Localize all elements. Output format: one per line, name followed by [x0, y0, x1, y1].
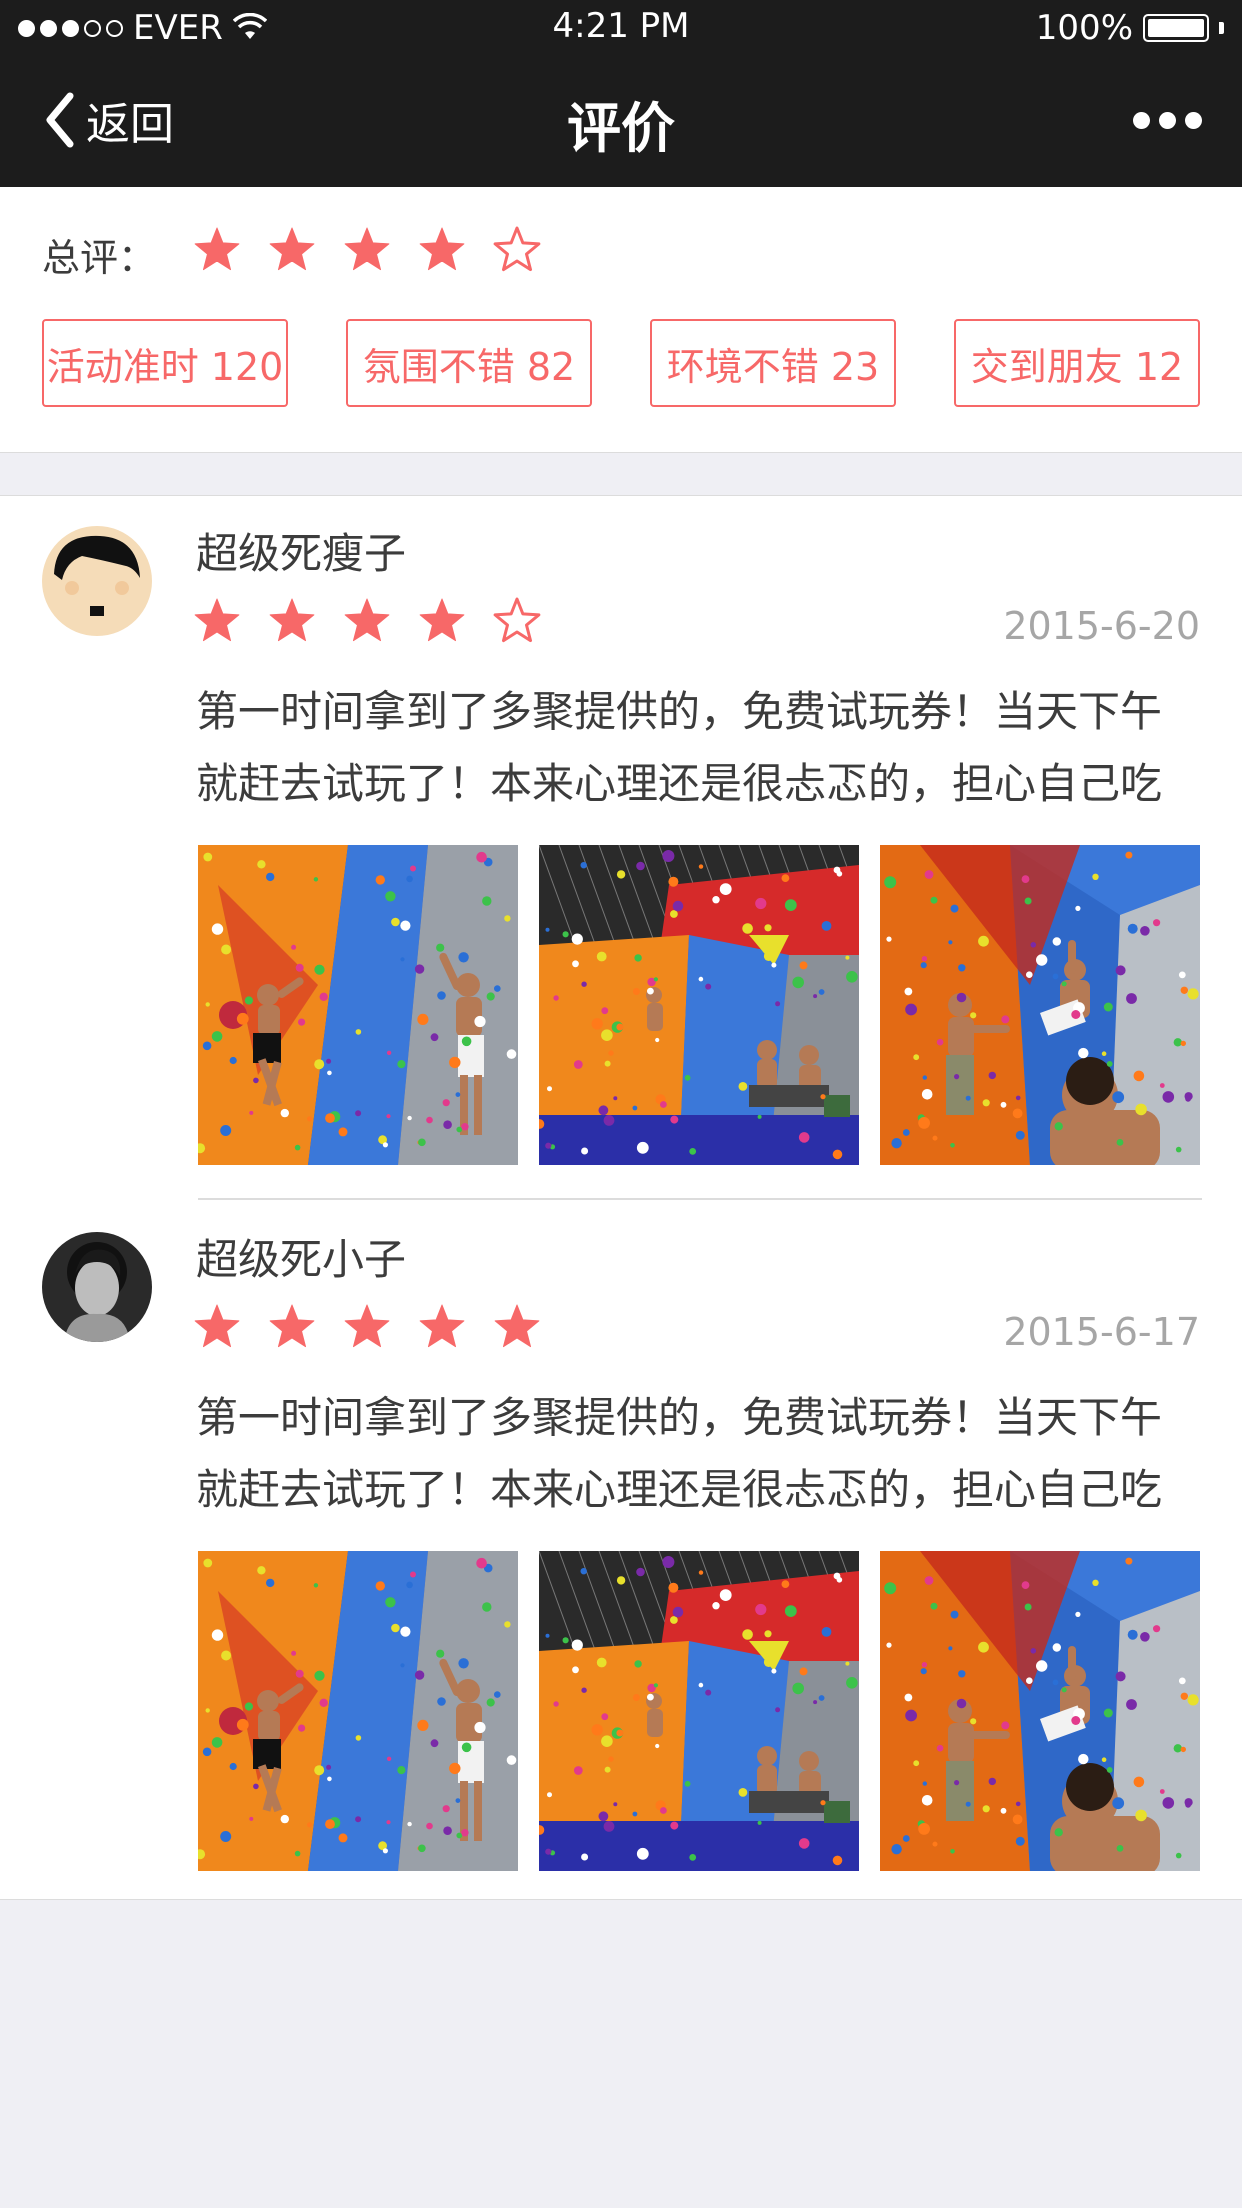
- summary-label: 总评：: [42, 236, 157, 280]
- tag-environment[interactable]: 环境不错 23: [650, 319, 896, 407]
- review-photo[interactable]: [198, 1551, 518, 1871]
- status-bar: EVER 4:21 PM 100%: [0, 0, 1242, 54]
- star-filled-icon: [194, 227, 240, 271]
- chevron-left-icon: [46, 92, 74, 148]
- review-date: 2015-6-20: [1003, 604, 1200, 648]
- review-photo[interactable]: [539, 845, 859, 1165]
- star-filled-icon: [419, 598, 465, 642]
- review-photos: [198, 845, 1200, 1165]
- star-filled-icon: [419, 1304, 465, 1348]
- divider: [198, 1198, 1202, 1200]
- star-filled-icon: [344, 598, 390, 642]
- review-username: 超级死瘦子: [196, 529, 407, 578]
- star-filled-icon: [194, 598, 240, 642]
- review-item: 超级死瘦子 2015-6-20 第一时间拿到了多聚提供的，免费试玩券！当天下午就…: [0, 496, 1242, 1196]
- review-photo[interactable]: [198, 845, 518, 1165]
- battery-percent: 100%: [1035, 8, 1133, 48]
- star-filled-icon: [194, 1304, 240, 1348]
- rating-summary: 总评： 活动准时 120 氛围不错 82 环境不错 23 交到朋友 12: [0, 187, 1242, 453]
- star-empty-icon: [493, 597, 541, 643]
- review-item: 超级死小子 2015-6-17 第一时间拿到了多聚提供的，免费试玩券！当天下午就…: [0, 1202, 1242, 1902]
- navigation-bar: 返回 评价: [0, 54, 1242, 187]
- star-empty-icon: [493, 226, 541, 272]
- review-photo[interactable]: [539, 1551, 859, 1871]
- star-filled-icon: [269, 598, 315, 642]
- star-filled-icon: [269, 227, 315, 271]
- avatar[interactable]: [42, 1232, 152, 1342]
- review-list: 超级死瘦子 2015-6-20 第一时间拿到了多聚提供的，免费试玩券！当天下午就…: [0, 495, 1242, 1900]
- star-filled-icon: [419, 227, 465, 271]
- review-text[interactable]: 第一时间拿到了多聚提供的，免费试玩券！当天下午就赶去试玩了！本来心理还是很忐忑的…: [196, 676, 1200, 820]
- battery-indicator: 100%: [1036, 8, 1224, 48]
- back-label: 返回: [86, 99, 174, 150]
- review-star-rating: [192, 1302, 542, 1352]
- review-text[interactable]: 第一时间拿到了多聚提供的，免费试玩券！当天下午就赶去试玩了！本来心理还是很忐忑的…: [196, 1382, 1200, 1526]
- star-filled-icon: [494, 1304, 540, 1348]
- battery-icon: [1143, 14, 1209, 42]
- review-photo[interactable]: [880, 1551, 1200, 1871]
- tag-list: 活动准时 120 氛围不错 82 环境不错 23 交到朋友 12: [42, 319, 1200, 407]
- back-button[interactable]: 返回: [40, 88, 174, 152]
- star-filled-icon: [344, 1304, 390, 1348]
- review-photos: [198, 1551, 1200, 1871]
- page-title: 评价: [567, 97, 675, 160]
- star-filled-icon: [269, 1304, 315, 1348]
- review-username: 超级死小子: [196, 1235, 407, 1284]
- review-date: 2015-6-17: [1003, 1310, 1200, 1354]
- tag-atmosphere[interactable]: 氛围不错 82: [346, 319, 592, 407]
- tag-on-time[interactable]: 活动准时 120: [42, 319, 288, 407]
- tag-friends[interactable]: 交到朋友 12: [954, 319, 1200, 407]
- star-filled-icon: [344, 227, 390, 271]
- summary-star-rating: [192, 225, 542, 275]
- more-dots-icon[interactable]: [1133, 106, 1202, 135]
- review-photo[interactable]: [880, 845, 1200, 1165]
- avatar[interactable]: [42, 526, 152, 636]
- review-star-rating: [192, 596, 542, 646]
